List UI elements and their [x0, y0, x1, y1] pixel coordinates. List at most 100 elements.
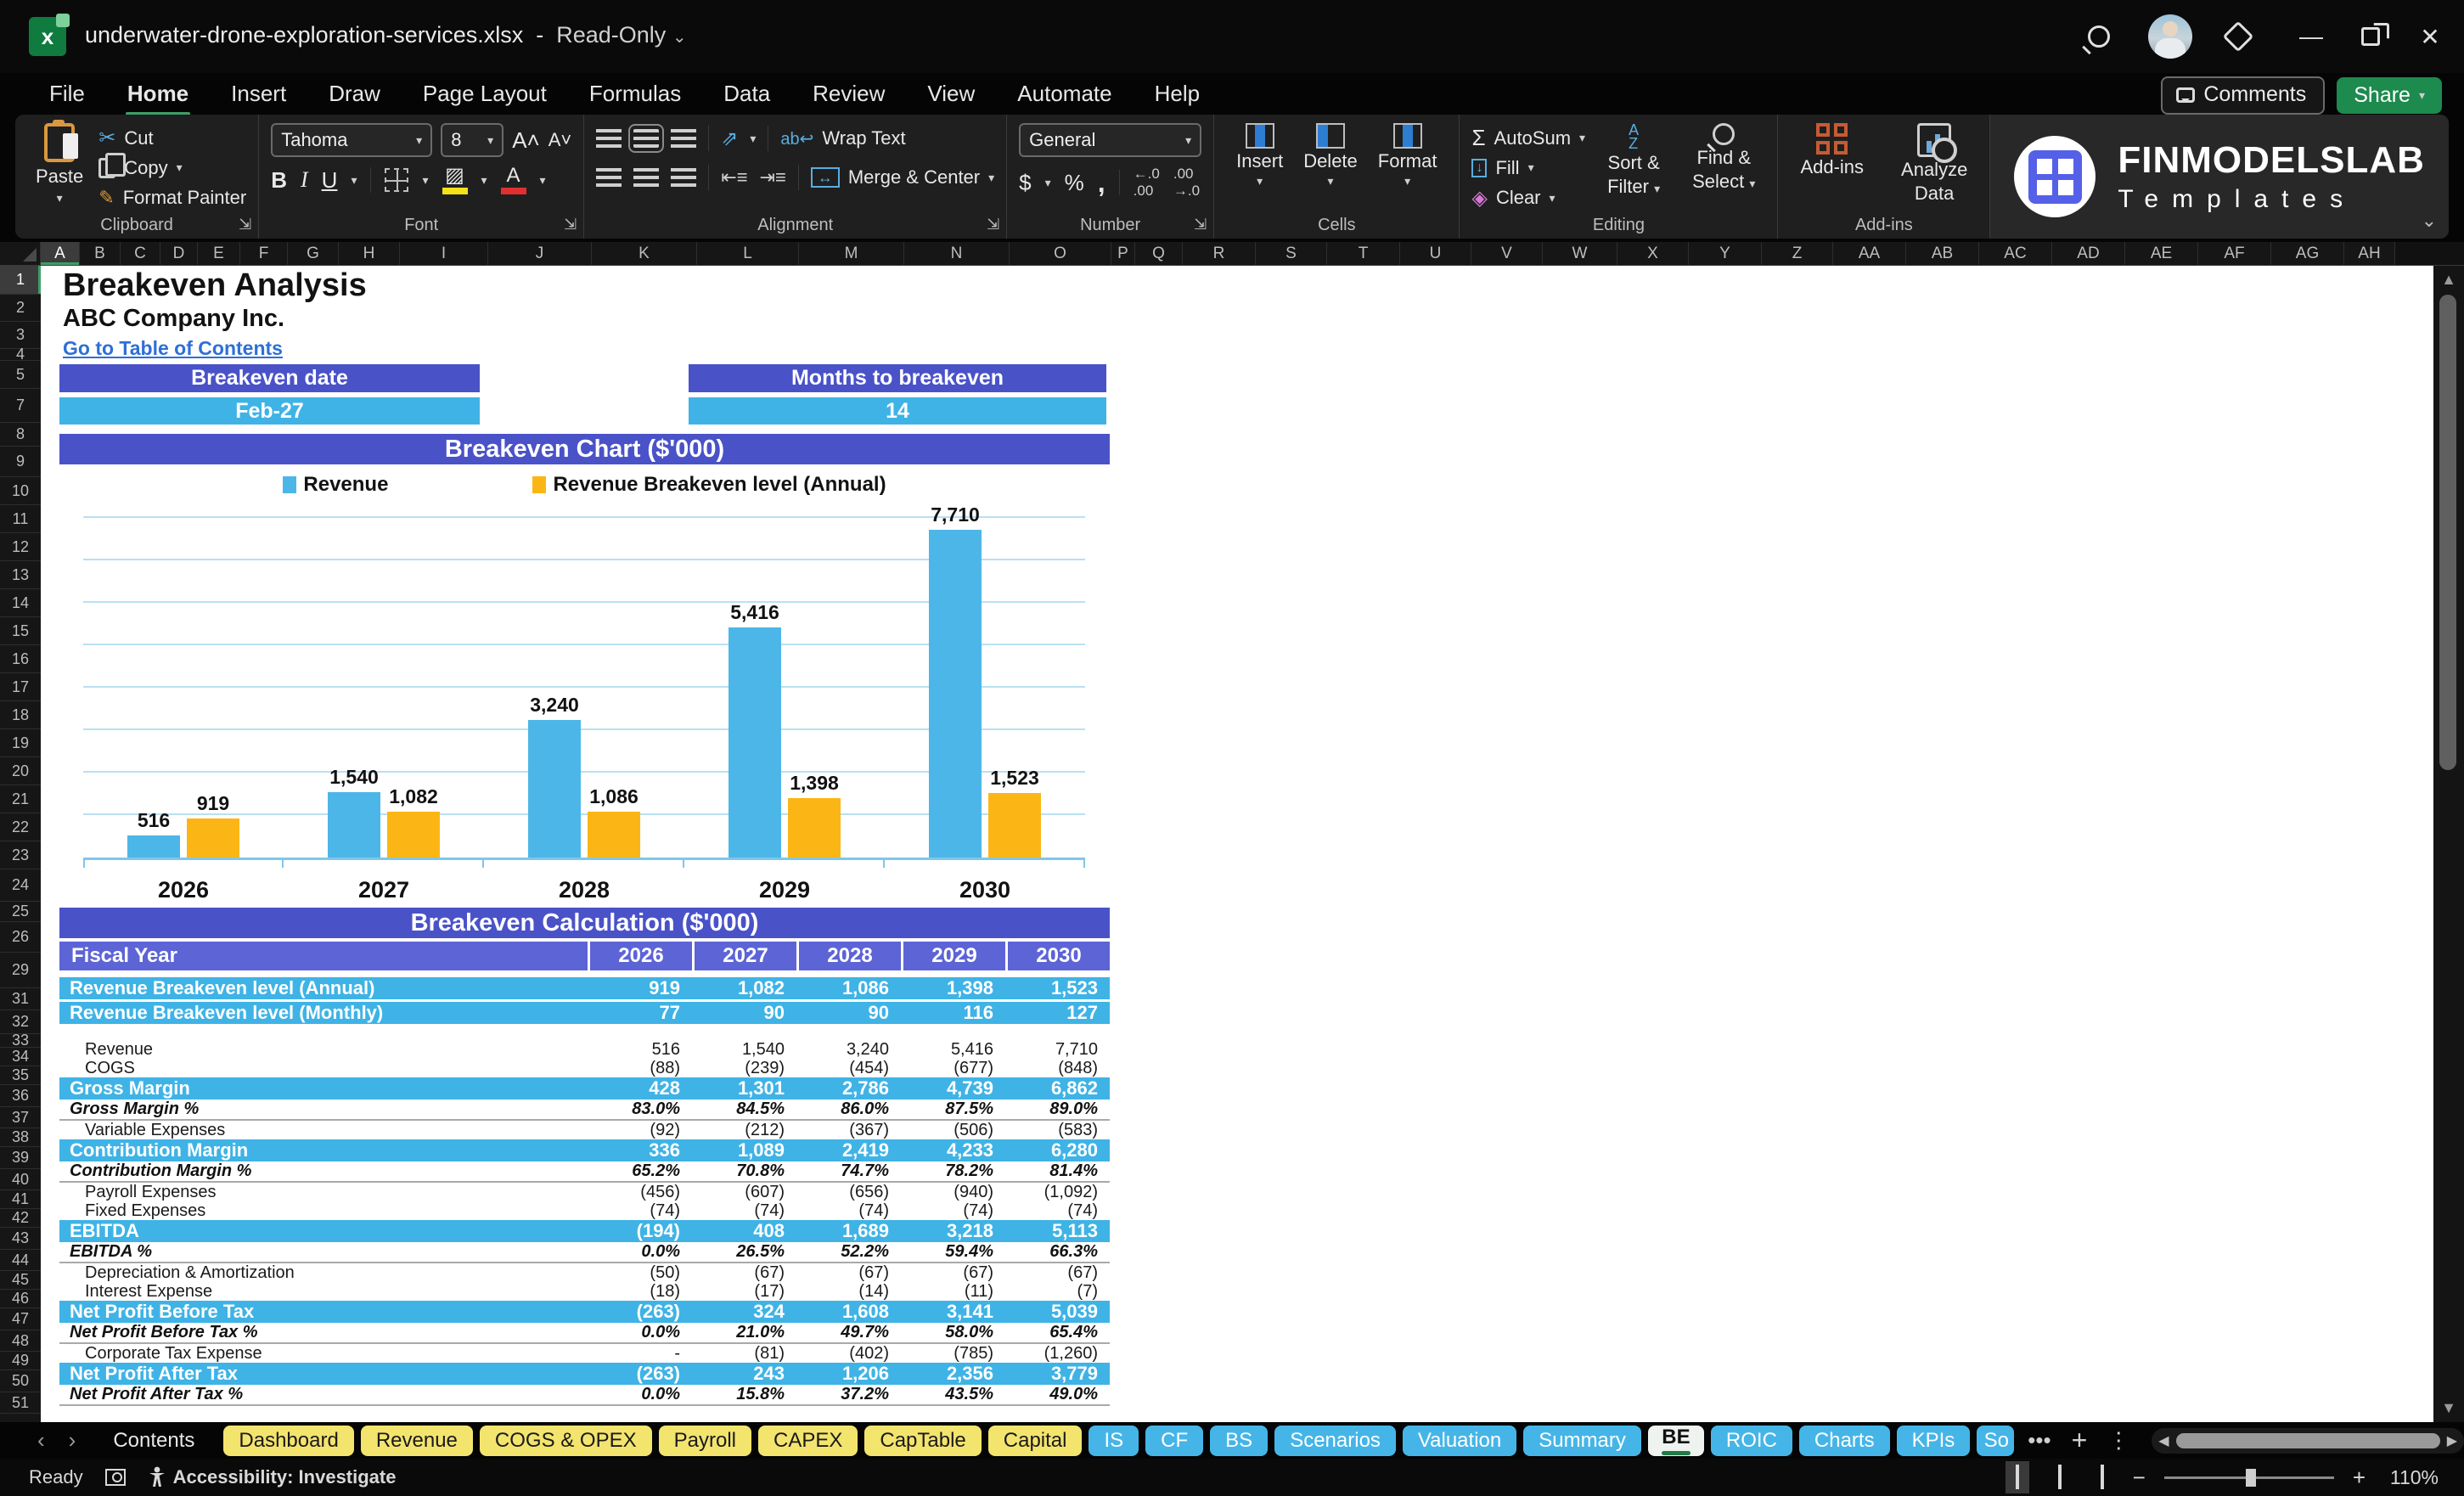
- cell-value[interactable]: (402): [796, 1344, 901, 1364]
- cell-value[interactable]: 6,280: [1005, 1139, 1110, 1161]
- align-top-button[interactable]: [596, 129, 622, 148]
- cell-value[interactable]: 78.2%: [901, 1161, 1005, 1181]
- cell-value[interactable]: (506): [901, 1121, 1005, 1140]
- align-bottom-button[interactable]: [671, 129, 697, 148]
- cell-value[interactable]: 127: [1005, 1002, 1110, 1024]
- row-header-36[interactable]: 36: [0, 1085, 41, 1107]
- cell-value[interactable]: 5,039: [1005, 1301, 1110, 1323]
- collapse-ribbon-button[interactable]: ⌄: [2422, 210, 2437, 232]
- cell-value[interactable]: (656): [796, 1183, 901, 1202]
- decrease-indent-button[interactable]: ⇤≡: [721, 166, 747, 188]
- paste-button[interactable]: Paste ▾: [27, 120, 92, 213]
- column-header-O[interactable]: O: [1010, 242, 1111, 265]
- cell-value[interactable]: (785): [901, 1344, 1005, 1364]
- close-button[interactable]: ✕: [2405, 15, 2456, 58]
- column-header-AD[interactable]: AD: [2052, 242, 2125, 265]
- column-header-H[interactable]: H: [339, 242, 400, 265]
- cell-value[interactable]: 90: [692, 1002, 796, 1024]
- row-label[interactable]: Revenue Breakeven level (Monthly): [59, 1002, 588, 1024]
- cell-value[interactable]: 1,086: [796, 977, 901, 999]
- cell-value[interactable]: (88): [588, 1059, 692, 1078]
- row-header-19[interactable]: 19: [0, 729, 41, 757]
- column-header-K[interactable]: K: [592, 242, 697, 265]
- column-header-AG[interactable]: AG: [2271, 242, 2344, 265]
- cell-value[interactable]: 83.0%: [588, 1100, 692, 1119]
- bold-button[interactable]: B: [271, 167, 287, 194]
- row-header-23[interactable]: 23: [0, 841, 41, 869]
- cell-value[interactable]: 4,233: [901, 1139, 1005, 1161]
- row-header-43[interactable]: 43: [0, 1228, 41, 1250]
- row-label[interactable]: Gross Margin %: [59, 1100, 588, 1119]
- row-header-26[interactable]: 26: [0, 922, 41, 953]
- cell-value[interactable]: 1,206: [796, 1363, 901, 1385]
- increase-decimal-button[interactable]: ←.0.00: [1134, 166, 1160, 200]
- column-header-R[interactable]: R: [1183, 242, 1256, 265]
- tab-scroll-forward[interactable]: ›: [60, 1427, 85, 1454]
- column-header-V[interactable]: V: [1471, 242, 1543, 265]
- row-label[interactable]: Revenue: [59, 1040, 588, 1060]
- cell-value[interactable]: 66.3%: [1005, 1242, 1110, 1262]
- column-header-I[interactable]: I: [400, 242, 488, 265]
- clipboard-dialog-launcher[interactable]: ⇲: [239, 216, 251, 233]
- insert-cells-button[interactable]: Insert ▾: [1226, 123, 1293, 213]
- column-header-N[interactable]: N: [904, 242, 1010, 265]
- cell-value[interactable]: 77: [588, 1002, 692, 1024]
- cell-value[interactable]: 1,398: [901, 977, 1005, 999]
- row-header-41[interactable]: 41: [0, 1190, 41, 1209]
- font-color-button[interactable]: A: [500, 166, 526, 194]
- menu-tab-page-layout[interactable]: Page Layout: [408, 76, 562, 112]
- cell-value[interactable]: 4,739: [901, 1077, 1005, 1100]
- orientation-button[interactable]: ⇗: [721, 127, 738, 151]
- row-label[interactable]: Net Profit Before Tax: [59, 1301, 588, 1323]
- cell-value[interactable]: (74): [692, 1201, 796, 1221]
- horizontal-scrollbar[interactable]: ◀ ▶: [2152, 1427, 2464, 1454]
- cell-value[interactable]: 26.5%: [692, 1242, 796, 1262]
- row-header-42[interactable]: 42: [0, 1209, 41, 1228]
- decrease-decimal-button[interactable]: .00 →.0: [1173, 166, 1200, 200]
- cell-value[interactable]: (11): [901, 1282, 1005, 1302]
- column-header-E[interactable]: E: [198, 242, 240, 265]
- cell-value[interactable]: 49.0%: [1005, 1385, 1110, 1404]
- cell-value[interactable]: 3,141: [901, 1301, 1005, 1323]
- row-header-39[interactable]: 39: [0, 1147, 41, 1169]
- cell-value[interactable]: 65.2%: [588, 1161, 692, 1181]
- row-header-35[interactable]: 35: [0, 1066, 41, 1085]
- column-header-B[interactable]: B: [80, 242, 121, 265]
- cell-value[interactable]: 516: [588, 1040, 692, 1060]
- find-select-button[interactable]: Find & Select ▾: [1682, 123, 1765, 213]
- scroll-up-arrow[interactable]: ▲: [2433, 271, 2464, 289]
- cell-value[interactable]: 0.0%: [588, 1385, 692, 1404]
- sheet-tab-kpis[interactable]: KPIs: [1896, 1425, 1971, 1456]
- page-break-view-button[interactable]: [2090, 1461, 2114, 1493]
- column-header-U[interactable]: U: [1400, 242, 1471, 265]
- fiscal-year-2029[interactable]: 2029: [901, 942, 1005, 970]
- select-all-corner[interactable]: [0, 242, 41, 265]
- number-format-select[interactable]: General ▾: [1019, 123, 1202, 157]
- column-header-AA[interactable]: AA: [1833, 242, 1906, 265]
- italic-button[interactable]: I: [301, 167, 308, 193]
- sheet-tab-is[interactable]: IS: [1089, 1425, 1139, 1456]
- cell-value[interactable]: 70.8%: [692, 1161, 796, 1181]
- restore-button[interactable]: [2345, 15, 2396, 58]
- column-header-C[interactable]: C: [121, 242, 160, 265]
- underline-button[interactable]: U: [322, 167, 338, 194]
- cell-value[interactable]: 3,218: [901, 1220, 1005, 1242]
- row-label[interactable]: Fixed Expenses: [59, 1201, 588, 1221]
- row-header-49[interactable]: 49: [0, 1352, 41, 1370]
- row-header-40[interactable]: 40: [0, 1169, 41, 1190]
- row-label[interactable]: EBITDA: [59, 1220, 588, 1242]
- cell-value[interactable]: (50): [588, 1263, 692, 1283]
- row-header-2[interactable]: 2: [0, 295, 41, 322]
- fiscal-year-2030[interactable]: 2030: [1005, 942, 1110, 970]
- sheet-tab-roic[interactable]: ROIC: [1710, 1425, 1792, 1456]
- cell-value[interactable]: (263): [588, 1301, 692, 1323]
- row-header-34[interactable]: 34: [0, 1048, 41, 1066]
- sheet-tab-payroll[interactable]: Payroll: [658, 1425, 751, 1456]
- cell-value[interactable]: (74): [796, 1201, 901, 1221]
- column-header-P[interactable]: P: [1111, 242, 1135, 265]
- tab-scroll-back[interactable]: ‹: [29, 1427, 53, 1454]
- sheet-tab-charts[interactable]: Charts: [1798, 1425, 1890, 1456]
- zoom-slider[interactable]: [2163, 1468, 2334, 1487]
- fill-color-button[interactable]: ▨: [442, 166, 468, 194]
- cell-value[interactable]: (212): [692, 1121, 796, 1140]
